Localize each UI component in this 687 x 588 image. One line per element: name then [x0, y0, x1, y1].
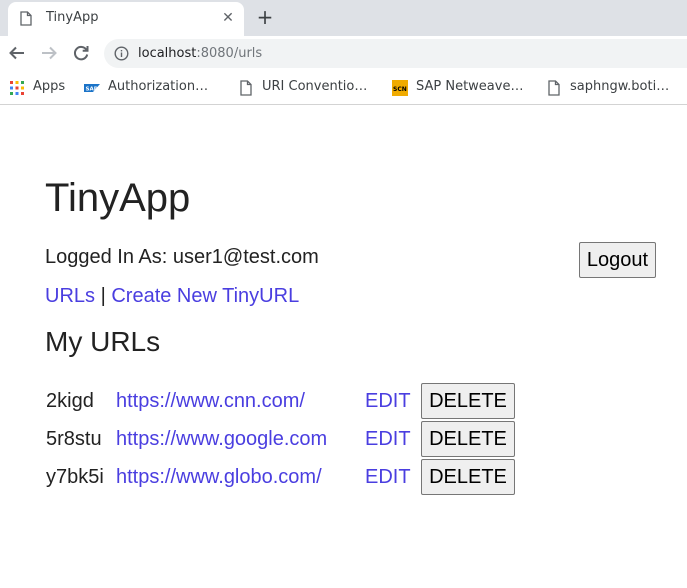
info-icon[interactable] — [114, 46, 129, 61]
browser-chrome: TinyApp ✕ + localhost:8080/urls Apps SAP… — [0, 0, 687, 106]
app-title: TinyApp — [45, 176, 191, 220]
page-content: TinyApp Logged In As: user1@test.com Log… — [0, 106, 687, 588]
bookmark-label: URI Conventio… — [262, 79, 368, 94]
tab-tinyapp[interactable]: TinyApp ✕ — [8, 2, 244, 36]
logged-in-status: Logged In As: user1@test.com — [45, 246, 319, 268]
close-icon[interactable]: ✕ — [220, 10, 236, 26]
edit-link[interactable]: EDIT — [365, 428, 411, 451]
sap-logo-icon: SAP — [84, 80, 100, 96]
table-row: 5r8stu https://www.google.com EDIT DELET… — [45, 420, 525, 458]
long-url-link[interactable]: https://www.globo.com/ — [116, 466, 322, 489]
bookmark-label: SAP Netweave… — [416, 79, 524, 94]
url-text: localhost:8080/urls — [138, 46, 262, 61]
svg-text:SCN: SCN — [393, 86, 407, 93]
url-host: localhost — [138, 46, 197, 61]
nav-link-create-tinyurl[interactable]: Create New TinyURL — [111, 285, 299, 307]
svg-text:SAP: SAP — [86, 87, 98, 93]
short-url: 2kigd — [46, 390, 94, 412]
app-nav: URLs | Create New TinyURL — [45, 285, 299, 308]
tab-title: TinyApp — [46, 10, 99, 25]
reload-icon[interactable] — [70, 42, 92, 64]
nav-separator: | — [100, 285, 106, 307]
delete-button[interactable]: DELETE — [421, 459, 515, 495]
edit-link[interactable]: EDIT — [365, 390, 411, 413]
nav-link-urls[interactable]: URLs — [45, 285, 95, 307]
url-path: :8080/urls — [196, 46, 263, 61]
delete-button[interactable]: DELETE — [421, 383, 515, 419]
table-row: y7bk5i https://www.globo.com/ EDIT DELET… — [45, 458, 525, 496]
short-url: y7bk5i — [46, 466, 104, 488]
bookmark-label: Apps — [33, 79, 66, 94]
apps-grid-icon — [9, 80, 25, 96]
browser-toolbar: localhost:8080/urls — [0, 36, 687, 71]
long-url-link[interactable]: https://www.google.com — [116, 428, 327, 451]
new-tab-button[interactable]: + — [255, 7, 275, 27]
edit-link[interactable]: EDIT — [365, 466, 411, 489]
address-bar[interactable]: localhost:8080/urls — [104, 39, 687, 68]
short-url: 5r8stu — [46, 428, 102, 450]
page-icon — [238, 80, 254, 96]
bookmark-label: Authorization… — [108, 79, 209, 94]
section-title: My URLs — [45, 326, 161, 357]
bookmark-label: saphngw.boti… — [570, 79, 670, 94]
back-arrow-icon[interactable] — [6, 42, 28, 64]
delete-button[interactable]: DELETE — [421, 421, 515, 457]
page-icon — [546, 80, 562, 96]
long-url-link[interactable]: https://www.cnn.com/ — [116, 390, 305, 413]
forward-arrow-icon[interactable] — [38, 42, 60, 64]
tab-strip: TinyApp ✕ + — [0, 0, 687, 36]
scn-logo-icon: SCN — [392, 80, 408, 96]
bookmarks-bar: Apps SAP Authorization… URI Conventio… S… — [0, 71, 687, 105]
logout-button[interactable]: Logout — [579, 242, 656, 278]
page-icon — [20, 11, 32, 26]
table-row: 2kigd https://www.cnn.com/ EDIT DELETE — [45, 382, 525, 420]
